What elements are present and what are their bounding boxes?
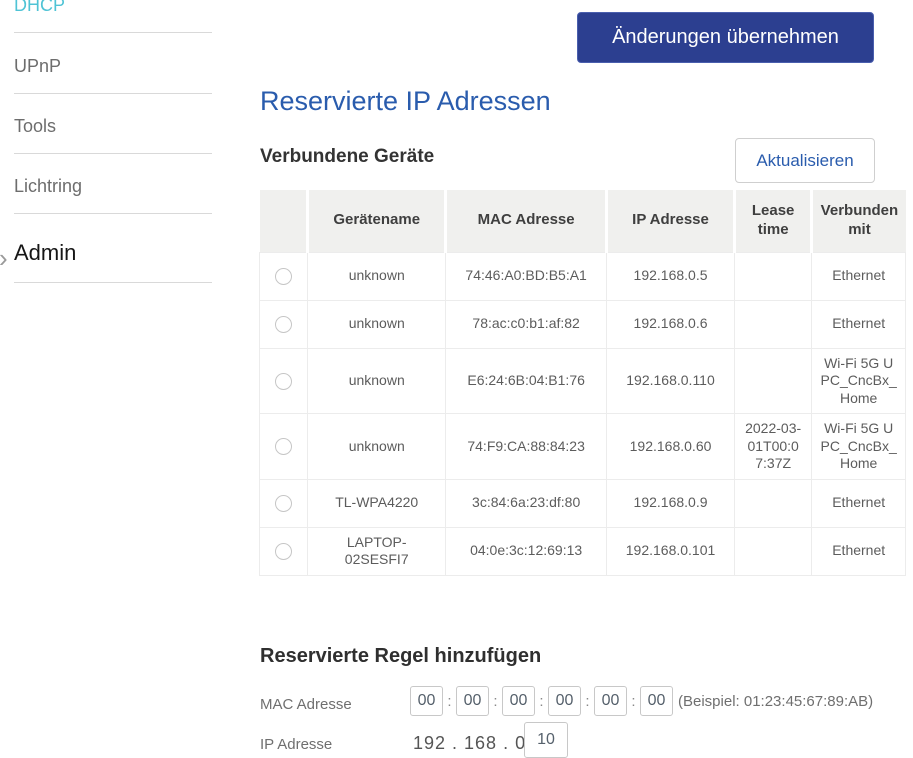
connected-devices-table: Gerätename MAC Adresse IP Adresse Lease … [258,190,906,576]
cell-mac-address: 74:46:A0:BD:B5:A1 [445,251,608,301]
cell-device-name: unknown [307,299,447,349]
cell-ip-address: 192.168.0.9 [606,478,735,528]
table-header-row: Gerätename MAC Adresse IP Adresse Lease … [259,190,906,252]
device-select-radio[interactable] [275,315,293,333]
sidebar-item-tools[interactable]: Tools [14,94,212,154]
cell-connected-via: Ethernet [811,478,906,528]
page-title: Reservierte IP Adressen [260,86,551,116]
column-header-mac: MAC Adresse [444,190,607,252]
mac-example-hint: (Beispiel: 01:23:45:67:89:AB) [678,692,874,710]
table-row: TL-WPA4220 3c:84:6a:23:df:80 192.168.0.9… [258,478,906,528]
cell-ip-address: 192.168.0.101 [606,526,735,576]
cell-mac-address: 74:F9:CA:88:84:23 [445,413,608,480]
cell-ip-address: 192.168.0.60 [606,413,735,480]
cell-device-name: LAPTOP-02SESFI7 [307,526,447,576]
cell-lease-time [733,347,813,414]
sidebar-item-label: Lichtring [14,176,83,196]
ip-address-label: IP Adresse [260,736,333,753]
ip-last-octet-input[interactable] [524,722,568,758]
table-row: unknown 78:ac:c0:b1:af:82 192.168.0.6 Et… [258,299,906,349]
table-row: unknown E6:24:6B:04:B1:76 192.168.0.110 … [258,347,906,414]
mac-octet-input-4[interactable] [548,686,581,716]
sidebar-item-label: Admin [14,240,77,265]
sidebar-item-label: Tools [14,116,57,136]
cell-ip-address: 192.168.0.110 [606,347,735,414]
cell-device-name: unknown [307,413,447,480]
mac-octet-input-5[interactable] [594,686,627,716]
cell-connected-via: Ethernet [811,251,906,301]
cell-connected-via: Ethernet [811,526,906,576]
apply-changes-button[interactable]: Änderungen übernehmen [577,12,874,63]
cell-lease-time [733,526,813,576]
column-header-device-name: Gerätename [306,190,446,252]
mac-separator: : [539,692,544,710]
mac-octet-input-6[interactable] [640,686,673,716]
cell-mac-address: 04:0e:3c:12:69:13 [445,526,608,576]
mac-separator: : [631,692,636,710]
cell-connected-via: Wi-Fi 5G UPC_CncBx_Home [811,413,906,480]
sidebar-item-label: UPnP [14,56,62,76]
mac-address-inputs: : : : : : (Beispiel: 01:23:45:67:89:AB) [410,686,873,716]
device-select-radio[interactable] [275,372,293,390]
chevron-right-icon: › [0,245,8,271]
sidebar-item-dhcp[interactable]: DHCP [14,0,212,33]
cell-connected-via: Wi-Fi 5G UPC_CncBx_Home [811,347,906,414]
cell-device-name: TL-WPA4220 [307,478,447,528]
mac-separator: : [447,692,452,710]
device-select-radio[interactable] [275,267,293,285]
ip-address-prefix: 192 . 168 . 0 . [413,733,539,753]
cell-device-name: unknown [307,251,447,301]
sidebar-item-lichtring[interactable]: Lichtring [14,154,212,214]
mac-octet-input-1[interactable] [410,686,443,716]
device-select-radio[interactable] [275,542,293,560]
table-row: unknown 74:F9:CA:88:84:23 192.168.0.60 2… [258,413,906,480]
column-header-lease: Lease time [732,190,812,252]
table-row: LAPTOP-02SESFI7 04:0e:3c:12:69:13 192.16… [258,526,906,576]
cell-lease-time [733,299,813,349]
cell-mac-address: 78:ac:c0:b1:af:82 [445,299,608,349]
cell-lease-time [733,251,813,301]
cell-device-name: unknown [307,347,447,414]
mac-address-label: MAC Adresse [260,696,352,713]
add-rule-title: Reservierte Regel hinzufügen [260,645,542,667]
mac-octet-input-3[interactable] [502,686,535,716]
cell-connected-via: Ethernet [811,299,906,349]
cell-mac-address: E6:24:6B:04:B1:76 [445,347,608,414]
mac-separator: : [585,692,590,710]
column-header-connected: Verbunden mit [810,190,906,252]
device-select-radio[interactable] [275,494,293,512]
device-select-radio[interactable] [275,438,293,456]
cell-lease-time [733,478,813,528]
mac-separator: : [493,692,498,710]
cell-ip-address: 192.168.0.6 [606,299,735,349]
table-row: unknown 74:46:A0:BD:B5:A1 192.168.0.5 Et… [258,251,906,301]
column-header-ip: IP Adresse [605,190,735,252]
column-header-select [259,190,308,252]
sidebar-item-label: DHCP [14,0,66,15]
connected-devices-title: Verbundene Geräte [260,146,435,167]
cell-ip-address: 192.168.0.5 [606,251,735,301]
mac-octet-input-2[interactable] [456,686,489,716]
sidebar-item-admin[interactable]: › Admin [0,214,212,283]
cell-mac-address: 3c:84:6a:23:df:80 [445,478,608,528]
refresh-button[interactable]: Aktualisieren [735,138,875,183]
sidebar-item-upnp[interactable]: UPnP [14,34,212,94]
cell-lease-time: 2022-03-01T00:07:37Z [733,413,813,480]
